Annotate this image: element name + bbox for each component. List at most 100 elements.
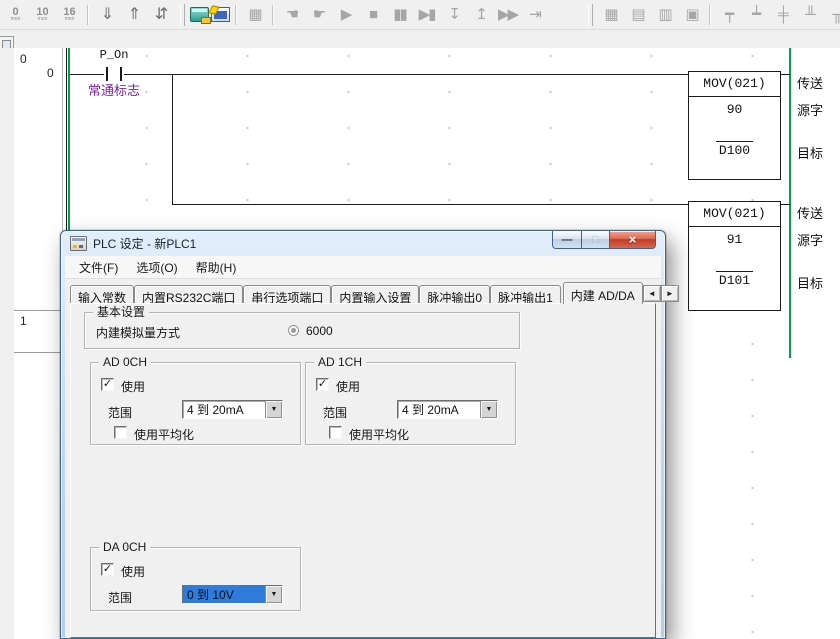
work-online-icon[interactable]	[190, 7, 209, 22]
io-comment-view-icon[interactable]: ▦	[598, 4, 623, 26]
pause-program-icon[interactable]: ▮▮	[387, 4, 412, 26]
da0-use-checkbox[interactable]: ✓	[101, 563, 114, 576]
scan-run-icon[interactable]: ⇥	[522, 4, 547, 26]
ad0-range-combobox[interactable]: 4 到 20mA ▼	[182, 400, 283, 419]
tab-panel-ad-da: 基本设置 内建模拟量方式 6000 AD 0CH ✓ 使用 范围 4 到 20m…	[70, 303, 656, 638]
window-monitoring-icon[interactable]: ▦	[242, 4, 267, 26]
settings-tabstrip: 输入常数 内置RS232C端口 串行选项端口 内置输入设置 脉冲输出0 脉冲输出…	[70, 282, 656, 304]
tab-serial-option-port[interactable]: 串行选项端口	[243, 285, 331, 304]
horizontal-pair-icon[interactable]: ╨	[797, 4, 822, 26]
mov-instruction-block-2[interactable]: MOV(021) 91 D101	[688, 201, 781, 311]
compare-with-plc-icon[interactable]: ⇵	[148, 4, 173, 26]
toolbar-right: ▦▤▥▣ ┯┷╪╨╥	[582, 4, 840, 26]
tab-rs232c-port[interactable]: 内置RS232C端口	[134, 285, 243, 304]
ad1-averaging-checkbox[interactable]	[329, 426, 342, 439]
dest-operand[interactable]: D100	[716, 141, 753, 158]
pause-with-trigger-icon[interactable]: ☛	[306, 4, 331, 26]
chevron-down-icon[interactable]: ▼	[265, 401, 282, 418]
chevron-down-icon[interactable]: ▼	[480, 401, 497, 418]
rung-comment-view-icon[interactable]: ▤	[625, 4, 650, 26]
da0-use-label: 使用	[121, 563, 145, 580]
dest-operand[interactable]: D101	[716, 271, 753, 288]
da0-range-label: 范围	[108, 589, 132, 606]
tab-pulse-output-0[interactable]: 脉冲输出0	[419, 285, 490, 304]
download-to-plc-icon[interactable]: ⇓	[94, 4, 119, 26]
menu-options[interactable]: 选项(O)	[127, 256, 186, 279]
differentiate-up-icon[interactable]: ┯	[716, 4, 741, 26]
memory-view-icon[interactable]: ▥	[652, 4, 677, 26]
step-run-icon[interactable]: ▶▮	[414, 4, 439, 26]
ad0-use-checkbox[interactable]: ✓	[101, 378, 114, 391]
contact-operand-label[interactable]: P_On	[92, 48, 136, 62]
continuous-step-icon[interactable]: ▶▶	[495, 4, 520, 26]
rung0-step-number: 0	[47, 66, 54, 80]
vertical-pair-icon[interactable]: ╪	[770, 4, 795, 26]
tab-scroll-right-icon[interactable]: ►	[661, 285, 679, 302]
group-basic-legend: 基本设置	[93, 305, 149, 319]
watch-window-icon[interactable]: ▣	[679, 4, 704, 26]
rung-separator	[14, 310, 62, 311]
mov1-dest-comment: 目标	[797, 143, 823, 162]
da0-range-value: 0 到 10V	[183, 586, 265, 603]
ad0-averaging-label: 使用平均化	[134, 426, 194, 443]
group-ad1: AD 1CH ✓ 使用 范围 4 到 20mA ▼ 使用平均化	[305, 362, 516, 445]
coil-symbol-icon[interactable]: ╥	[824, 4, 840, 26]
mode-6000-radio[interactable]	[288, 325, 299, 336]
tab-scroll-left-icon[interactable]: ◄	[643, 285, 661, 302]
close-button[interactable]: ×	[610, 231, 656, 249]
ad1-averaging-label: 使用平均化	[349, 426, 409, 443]
rung-separator	[14, 352, 62, 353]
contact-right-bar	[120, 67, 122, 81]
tab-scroll-buttons: ◄ ►	[643, 285, 679, 302]
dialog-client-area: 文件(F) 选项(O) 帮助(H) 输入常数 内置RS232C端口 串行选项端口…	[65, 256, 661, 638]
plc-settings-dialog: PLC 设定 - 新PLC1 — □ × 文件(F) 选项(O) 帮助(H) 输…	[60, 230, 666, 639]
tab-builtin-input[interactable]: 内置输入设置	[331, 285, 419, 304]
ad0-averaging-checkbox[interactable]	[114, 426, 127, 439]
group-da0: DA 0CH ✓ 使用 范围 0 到 10V ▼	[90, 547, 301, 611]
toolbar-grip	[180, 4, 185, 26]
rung1-number: 1	[20, 314, 27, 328]
branch-wire	[172, 74, 173, 205]
mov2-title-comment: 传送	[797, 203, 823, 222]
toolbar-separator	[709, 5, 711, 25]
mov-instruction-block-1[interactable]: MOV(021) 90 D100	[688, 71, 781, 180]
online-edit-icon[interactable]	[211, 7, 230, 22]
group-ad1-legend: AD 1CH	[314, 355, 366, 369]
menu-file[interactable]: 文件(F)	[70, 256, 127, 279]
differentiate-down-icon[interactable]: ┷	[743, 4, 768, 26]
group-ad0: AD 0CH ✓ 使用 范围 4 到 20mA ▼ 使用平均化	[90, 362, 301, 445]
upload-from-plc-icon[interactable]: ⇑	[121, 4, 146, 26]
output-stub-wire	[781, 204, 790, 205]
maximize-button[interactable]: □	[582, 231, 610, 249]
step-into-icon[interactable]: ↧	[441, 4, 466, 26]
ad1-range-combobox[interactable]: 4 到 20mA ▼	[397, 400, 498, 419]
display-format-hex-icon[interactable]: 16mon	[57, 4, 82, 26]
ad0-range-value: 4 到 20mA	[183, 401, 265, 418]
step-out-icon[interactable]: ↥	[468, 4, 493, 26]
toolbar-grip	[588, 4, 593, 26]
stop-program-icon[interactable]: ■	[360, 4, 385, 26]
mode-6000-label: 6000	[306, 324, 333, 338]
run-program-icon[interactable]: ▶	[333, 4, 358, 26]
chevron-down-icon[interactable]: ▼	[265, 586, 282, 603]
tab-pulse-output-1[interactable]: 脉冲输出1	[490, 285, 561, 304]
toolbar-gap-band	[0, 30, 840, 48]
group-ad0-legend: AD 0CH	[99, 355, 151, 369]
display-format-signed-icon[interactable]: 10mon	[30, 4, 55, 26]
tab-input-constants[interactable]: 输入常数	[70, 285, 134, 304]
ad1-use-checkbox[interactable]: ✓	[316, 378, 329, 391]
minimize-button[interactable]: —	[552, 231, 582, 249]
plc-settings-icon	[70, 236, 87, 251]
menu-help[interactable]: 帮助(H)	[187, 256, 246, 279]
display-format-decimal-icon[interactable]: 0mon	[3, 4, 28, 26]
pause-monitoring-icon[interactable]: ☚	[279, 4, 304, 26]
main-toolbar: 0mon10mon16mon⇓⇑⇵▦☚☛▶■▮▮▶▮↧↥▶▶⇥ ▦▤▥▣┯┷╪╨…	[0, 0, 840, 30]
rung-margin-column[interactable]	[14, 48, 63, 639]
ladder-left-strip	[0, 48, 15, 639]
source-operand[interactable]: 90	[689, 102, 780, 117]
tab-builtin-ad-da[interactable]: 内建 AD/DA	[563, 282, 643, 304]
source-operand[interactable]: 91	[689, 232, 780, 247]
toolbar-separator	[235, 5, 237, 25]
group-basic-settings: 基本设置 内建模拟量方式 6000	[84, 312, 520, 349]
da0-range-combobox[interactable]: 0 到 10V ▼	[182, 585, 283, 604]
